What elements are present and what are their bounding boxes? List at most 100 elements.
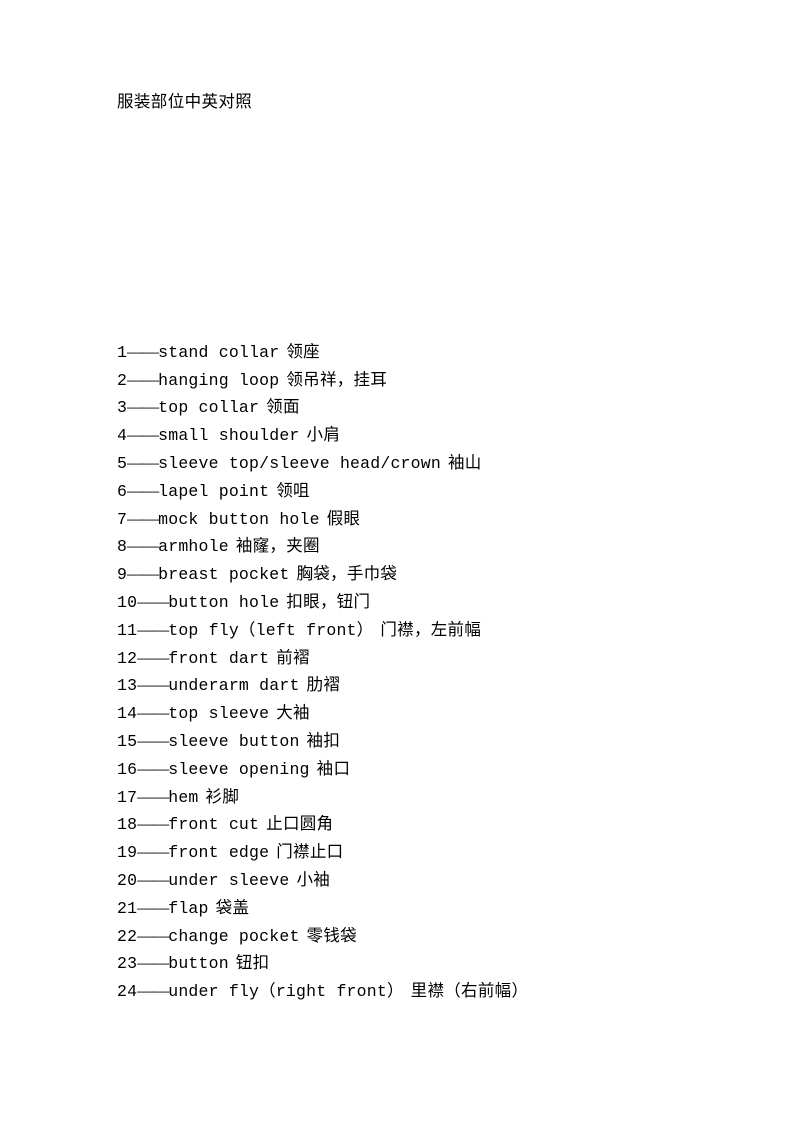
glossary-item-english: front cut <box>168 815 260 835</box>
glossary-item-separator: —— <box>137 869 169 889</box>
glossary-item-chinese: 门襟止口 <box>276 842 344 862</box>
glossary-item-separator: —— <box>137 619 169 639</box>
glossary-item: 23——button 钮扣 <box>117 949 733 977</box>
glossary-item: 17——hem 衫脚 <box>117 783 733 811</box>
glossary-item-index: 18 <box>117 815 138 835</box>
glossary-item-english: stand collar <box>158 342 280 362</box>
glossary-item-index: 8 <box>117 537 128 557</box>
glossary-item: 12——front dart 前褶 <box>117 644 733 672</box>
glossary-item: 14——top sleeve 大袖 <box>117 699 733 727</box>
glossary-item-chinese: 大袖 <box>276 703 310 723</box>
glossary-item-chinese: 门襟，左前幅 <box>380 619 482 639</box>
glossary-item-chinese: 里襟（右前幅） <box>410 981 529 1001</box>
glossary-item-index: 14 <box>117 704 138 724</box>
glossary-item-chinese: 小袖 <box>296 869 331 889</box>
glossary-item: 7——mock button hole 假眼 <box>117 505 733 533</box>
glossary-item-chinese: 袖山 <box>447 452 482 472</box>
glossary-item-separator: —— <box>137 814 169 834</box>
glossary-item-chinese: 领吊祥，挂耳 <box>286 369 388 389</box>
document-page: 服装部位中英对照 1——stand collar 领座 2——hanging loo… <box>0 0 793 1122</box>
glossary-item-chinese: 袖窿，夹圈 <box>235 536 320 556</box>
glossary-item: 9——breast pocket 胸袋，手巾袋 <box>117 560 733 588</box>
glossary-item-english: sleeve opening <box>168 759 310 779</box>
glossary-item-english: button <box>168 954 229 974</box>
glossary-item-index: 11 <box>117 620 138 640</box>
page-title: 服装部位中英对照 <box>117 92 253 111</box>
glossary-item-english: flap <box>168 898 209 918</box>
glossary-item-chinese: 袋盖 <box>215 897 250 917</box>
glossary-item-separator: —— <box>127 564 159 584</box>
glossary-item-index: 3 <box>117 398 128 418</box>
glossary-item: 15——sleeve button 袖扣 <box>117 727 733 755</box>
glossary-item-separator: —— <box>127 536 159 556</box>
glossary-item: 6——lapel point 领咀 <box>117 477 733 505</box>
glossary-item-index: 9 <box>117 565 128 585</box>
glossary-item-english: front dart <box>168 648 270 668</box>
glossary-item-separator: —— <box>137 925 169 945</box>
glossary-item-separator: —— <box>137 953 169 973</box>
glossary-item-english: top sleeve <box>168 704 270 724</box>
glossary-item-index: 20 <box>117 870 138 890</box>
glossary-item-chinese: 袖扣 <box>306 730 341 750</box>
glossary-item: 13——underarm dart 肋褶 <box>117 671 733 699</box>
glossary-item-english: top collar <box>158 398 260 418</box>
glossary-item-separator: —— <box>127 369 159 389</box>
glossary-item-english: sleeve button <box>168 731 300 751</box>
glossary-item-english: front edge <box>168 843 270 863</box>
glossary-item-index: 12 <box>117 648 138 668</box>
glossary-item: 3——top collar 领面 <box>117 393 733 421</box>
glossary-item-chinese: 小肩 <box>306 425 341 445</box>
glossary-item: 10——button hole 扣眼，钮门 <box>117 588 733 616</box>
title-list-spacer <box>117 116 733 338</box>
glossary-item-separator: —— <box>137 758 169 778</box>
glossary-item: 24——under fly（right front） 里襟（右前幅） <box>117 977 733 1005</box>
glossary-item: 22——change pocket 零钱袋 <box>117 922 733 950</box>
glossary-item-index: 24 <box>117 982 138 1002</box>
glossary-item-english: top fly（left front） <box>168 620 374 640</box>
glossary-item-separator: —— <box>137 897 169 917</box>
glossary-item-index: 4 <box>117 426 128 446</box>
glossary-item-index: 10 <box>117 592 138 612</box>
glossary-item-index: 6 <box>117 481 128 501</box>
glossary-item-index: 19 <box>117 843 138 863</box>
glossary-item-separator: —— <box>137 647 169 667</box>
glossary-item-separator: —— <box>127 397 159 417</box>
glossary-item-english: small shoulder <box>158 426 300 446</box>
glossary-item-english: lapel point <box>158 481 270 501</box>
glossary-item-separator: —— <box>127 480 159 500</box>
glossary-item-index: 2 <box>117 370 128 390</box>
glossary-item-index: 1 <box>117 342 128 362</box>
glossary-item: 11——top fly（left front） 门襟，左前幅 <box>117 616 733 644</box>
glossary-item-index: 23 <box>117 954 138 974</box>
glossary-item-english: sleeve top/sleeve head/crown <box>158 453 441 473</box>
glossary-item-index: 5 <box>117 453 128 473</box>
glossary-item-english: button hole <box>168 592 280 612</box>
glossary-item-separator: —— <box>137 786 169 806</box>
glossary-list: 1——stand collar 领座 2——hanging loop 领吊祥，挂耳 3—… <box>117 338 733 1005</box>
glossary-item-chinese: 扣眼，钮门 <box>286 591 371 611</box>
glossary-item: 8——armhole 袖窿，夹圈 <box>117 532 733 560</box>
glossary-item-english: underarm dart <box>168 676 300 696</box>
document-body: 服装部位中英对照 1——stand collar 领座 2——hanging loo… <box>117 88 733 1005</box>
glossary-item-english: change pocket <box>168 926 300 946</box>
glossary-item-separator: —— <box>127 341 159 361</box>
glossary-item: 4——small shoulder 小肩 <box>117 421 733 449</box>
glossary-item-english: armhole <box>158 537 229 557</box>
glossary-item-chinese: 前褶 <box>276 647 310 667</box>
glossary-item: 2——hanging loop 领吊祥，挂耳 <box>117 366 733 394</box>
glossary-item-index: 22 <box>117 926 138 946</box>
glossary-item-index: 16 <box>117 759 138 779</box>
glossary-item-chinese: 止口圆角 <box>266 814 334 834</box>
glossary-item-chinese: 胸袋，手巾袋 <box>296 564 398 584</box>
glossary-item-index: 13 <box>117 676 138 696</box>
glossary-item: 20——under sleeve 小袖 <box>117 866 733 894</box>
glossary-item-chinese: 钮扣 <box>235 953 270 973</box>
glossary-item-index: 15 <box>117 731 138 751</box>
glossary-item: 18——front cut 止口圆角 <box>117 810 733 838</box>
glossary-item-english: mock button hole <box>158 509 320 529</box>
glossary-item-english: under fly（right front） <box>168 982 404 1002</box>
glossary-item-separator: —— <box>137 981 169 1001</box>
glossary-item-chinese: 假眼 <box>326 508 361 528</box>
glossary-item-separator: —— <box>137 675 169 695</box>
glossary-item-separator: —— <box>127 508 159 528</box>
